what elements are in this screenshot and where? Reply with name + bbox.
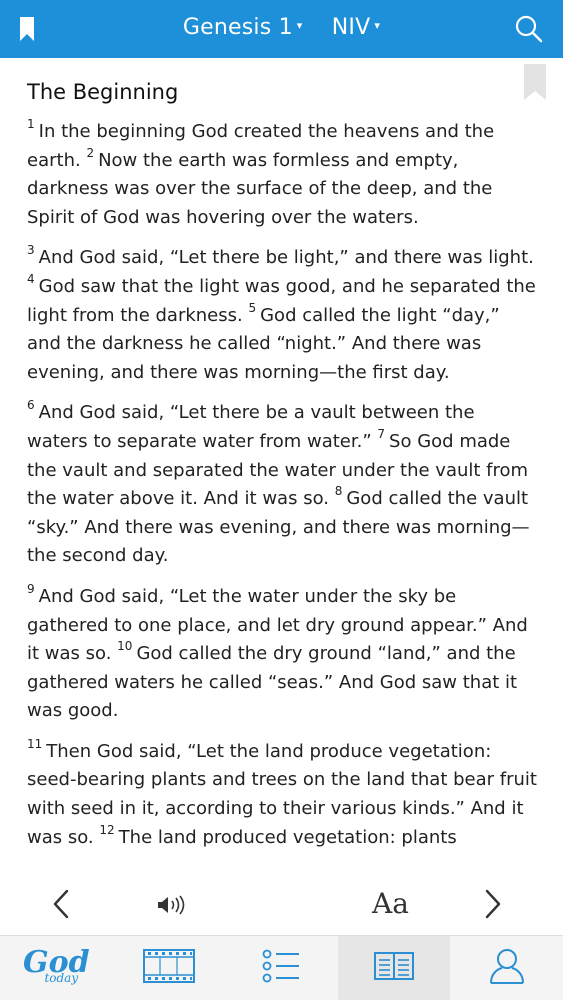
search-icon[interactable] [515, 15, 543, 47]
speaker-icon[interactable] [156, 895, 188, 919]
chevron-left-icon[interactable] [52, 889, 70, 923]
verse-number[interactable]: 2 [86, 146, 94, 160]
verse-number[interactable]: 3 [27, 243, 35, 257]
verse-number[interactable]: 12 [99, 823, 114, 837]
reader-controls: Aa [0, 873, 563, 935]
verse-number[interactable]: 4 [27, 272, 35, 286]
list-icon [262, 949, 300, 987]
verse-number[interactable]: 9 [27, 582, 35, 596]
paragraph: 3 And God said, “Let there be light,” and… [27, 244, 537, 387]
passage-selector: Genesis 1 ▾ NIV ▾ [0, 14, 563, 40]
version-label: NIV [331, 14, 371, 40]
tab-profile[interactable] [450, 936, 563, 1000]
chevron-right-icon[interactable] [484, 889, 502, 923]
verse-number[interactable]: 6 [27, 398, 35, 412]
version-selector[interactable]: NIV ▾ [332, 14, 380, 40]
verse-number[interactable]: 1 [27, 117, 35, 131]
chevron-down-icon: ▾ [374, 18, 381, 32]
verse-number[interactable]: 7 [377, 427, 385, 441]
film-icon [142, 949, 195, 987]
book-icon [374, 952, 415, 984]
paragraph: 6 And God said, “Let there be a vault bet… [27, 399, 537, 571]
top-navigation-bar: Genesis 1 ▾ NIV ▾ [0, 0, 563, 58]
profile-icon [489, 947, 525, 989]
verse-text[interactable]: Now the earth was formless and empty, da… [27, 150, 492, 228]
verse-text[interactable]: And God said, “Let there be light,” and … [39, 247, 534, 268]
tab-plans[interactable] [225, 936, 338, 1000]
tab-god-today[interactable]: God today [0, 936, 113, 1000]
tab-bible[interactable] [337, 936, 451, 1000]
verse-number[interactable]: 5 [248, 301, 256, 315]
section-heading: The Beginning [27, 80, 179, 104]
bookmark-ribbon-icon[interactable] [524, 64, 546, 104]
verse-number[interactable]: 10 [117, 639, 132, 653]
paragraph: 9 And God said, “Let the water under the … [27, 583, 537, 726]
tab-videos[interactable] [113, 936, 226, 1000]
book-chapter-selector[interactable]: Genesis 1 ▾ [183, 14, 325, 40]
paragraph: 1 In the beginning God created the heaven… [27, 118, 537, 232]
verse-text[interactable]: The land produced vegetation: plants [119, 827, 457, 848]
paragraph: 11 Then God said, “Let the land produce v… [27, 738, 537, 852]
bottom-tab-bar: God today [0, 935, 563, 1000]
verse-number[interactable]: 11 [27, 737, 42, 751]
chevron-down-icon: ▾ [296, 18, 303, 32]
book-chapter-label: Genesis 1 [182, 14, 293, 40]
reader-content[interactable]: The Beginning 1 In the beginning God crea… [0, 58, 563, 873]
font-size-button[interactable]: Aa [372, 887, 409, 920]
god-today-logo: God today [23, 948, 90, 985]
verse-number[interactable]: 8 [335, 484, 343, 498]
scripture-text: 1 In the beginning God created the heaven… [27, 118, 537, 864]
